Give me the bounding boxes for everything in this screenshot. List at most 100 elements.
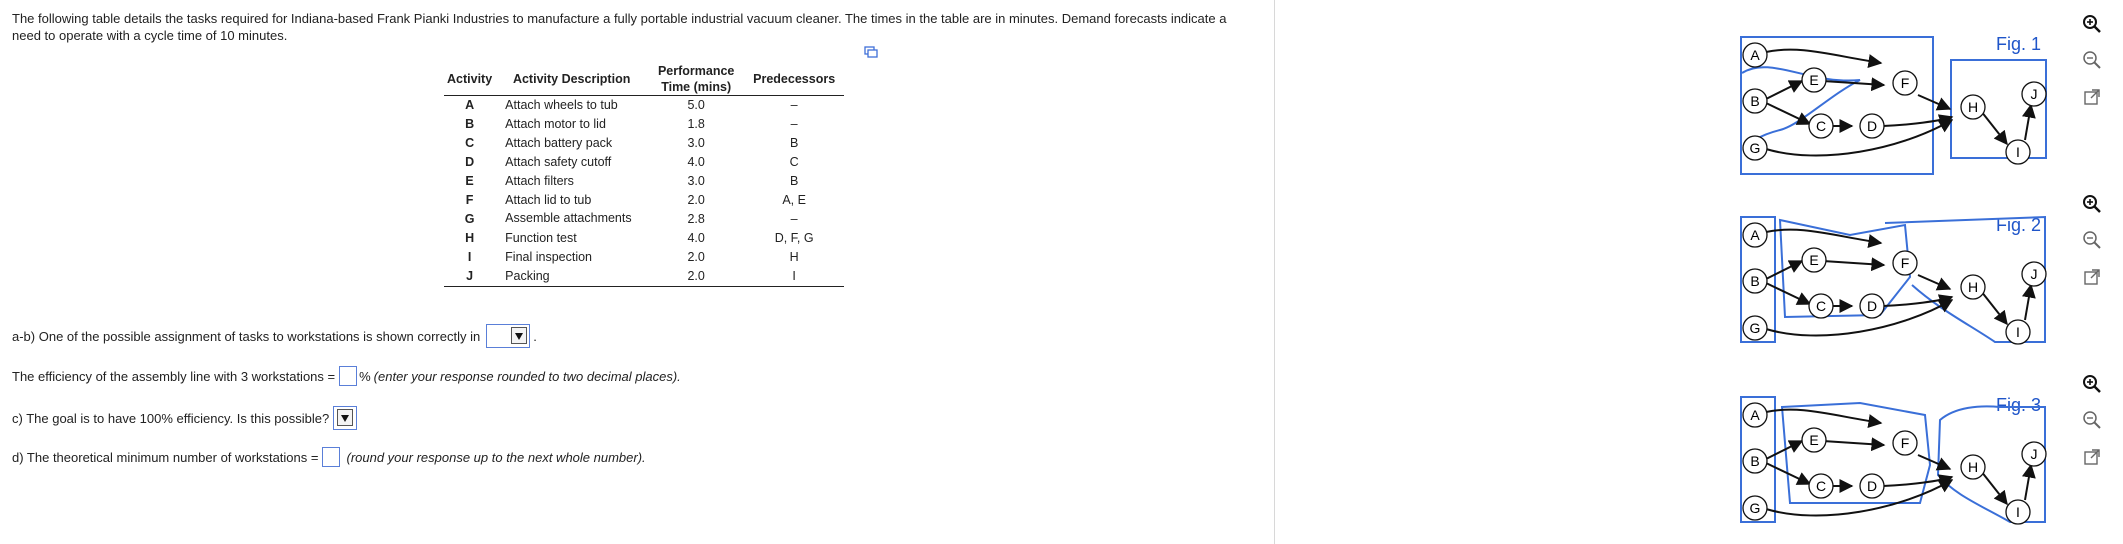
node-label: I: [2016, 504, 2020, 520]
table-row: B Attach motor to lid 1.8 –: [444, 115, 844, 134]
cell-activity: D: [465, 155, 475, 169]
cell-description: Packing: [495, 267, 649, 287]
table-row: G Assemble attachments 2.8 –: [444, 210, 844, 229]
figure-3: A B G E C F D H J I: [1740, 396, 2047, 525]
question-ab-text: a-b) One of the possible assignment of t…: [12, 328, 481, 344]
node-label: J: [2031, 266, 2038, 282]
table-row: F Attach lid to tub 2.0 A, E: [444, 191, 844, 210]
node-label: E: [1809, 432, 1818, 448]
node-label: H: [1968, 459, 1978, 475]
node-label: A: [1750, 227, 1760, 243]
cell-description: Final inspection: [505, 250, 593, 264]
cell-time: 2.0: [687, 250, 705, 264]
figure-select-dropdown[interactable]: [486, 324, 531, 348]
node-label: J: [2031, 86, 2038, 102]
efficiency-unit: %: [359, 368, 371, 384]
table-row: D Attach safety cutoff 4.0 C: [444, 153, 844, 172]
node-label: G: [1750, 500, 1761, 516]
question-efficiency-text: The efficiency of the assembly line with…: [12, 368, 336, 384]
node-label: B: [1750, 273, 1759, 289]
cell-predecessors: A, E: [782, 193, 806, 207]
node-label: B: [1750, 453, 1759, 469]
zoom-in-icon[interactable]: [2082, 194, 2102, 214]
zoom-in-icon[interactable]: [2082, 374, 2102, 394]
cell-time: 1.8: [687, 117, 705, 131]
cell-predecessors: B: [789, 136, 799, 150]
node-label: F: [1901, 435, 1910, 451]
zoom-out-icon[interactable]: [2082, 410, 2102, 430]
possible-select-dropdown[interactable]: [333, 406, 358, 430]
node-label: E: [1809, 72, 1818, 88]
question-d: d) The theoretical minimum number of wor…: [12, 447, 646, 467]
node-label: H: [1968, 279, 1978, 295]
cell-activity: E: [465, 174, 474, 188]
zoom-out-icon[interactable]: [2082, 230, 2102, 250]
min-workstations-input[interactable]: [322, 447, 341, 467]
node-label: F: [1901, 75, 1910, 91]
cell-description: Assemble attachments: [505, 211, 632, 225]
header-activity: Activity: [444, 63, 496, 96]
cell-time: 5.0: [687, 98, 705, 112]
cell-activity: A: [465, 98, 475, 112]
cell-predecessors: –: [790, 98, 798, 112]
cell-description: Attach filters: [505, 174, 574, 188]
node-label: D: [1867, 478, 1877, 494]
question-d-text: d) The theoretical minimum number of wor…: [12, 449, 319, 465]
header-time-line1: Performance: [657, 64, 735, 78]
cell-activity: G: [464, 212, 475, 226]
table-row: C Attach battery pack 3.0 B: [444, 134, 844, 153]
table-row: A Attach wheels to tub 5.0 –: [444, 96, 844, 116]
cell-description: Function test: [505, 231, 577, 245]
efficiency-input[interactable]: [339, 366, 358, 386]
node-label: G: [1750, 140, 1761, 156]
node-label: H: [1968, 99, 1978, 115]
cell-predecessors: H: [789, 250, 799, 264]
question-efficiency: The efficiency of the assembly line with…: [12, 366, 681, 386]
cell-activity: F: [465, 193, 474, 207]
table-header-row: Activity Activity Description Performanc…: [444, 63, 845, 96]
popout-icon[interactable]: [2082, 267, 2102, 287]
dropdown-arrow-icon[interactable]: [337, 409, 354, 426]
cell-time: 2.0: [648, 267, 745, 287]
node-label: E: [1809, 252, 1818, 268]
cell-description: Attach motor to lid: [505, 117, 606, 131]
cell-time: 3.0: [687, 174, 705, 188]
cell-predecessors: D, F, G: [774, 231, 814, 245]
cell-activity: B: [465, 117, 475, 131]
cell-description: Attach lid to tub: [505, 193, 592, 207]
cell-predecessors: I: [744, 267, 845, 287]
figure-1: A B G E C F D H J I: [1740, 36, 2047, 175]
cell-predecessors: –: [790, 212, 798, 226]
table-row: I Final inspection 2.0 H: [444, 248, 844, 267]
node-label: F: [1901, 255, 1910, 271]
node-label: C: [1816, 298, 1826, 314]
cell-activity: J: [444, 267, 496, 287]
question-ab: a-b) One of the possible assignment of t…: [12, 324, 537, 348]
dropdown-arrow-icon[interactable]: [511, 327, 528, 344]
precedence-figures: A B G E C F D H J I A B G E C F D H J I …: [1740, 36, 2047, 525]
cell-predecessors: –: [790, 117, 798, 131]
node-label: C: [1816, 478, 1826, 494]
node-label: I: [2016, 144, 2020, 160]
question-c: c) The goal is to have 100% efficiency. …: [12, 406, 360, 430]
panel-divider: [1274, 0, 1275, 544]
table-row: J Packing 2.0 I: [444, 267, 845, 287]
header-time-line2: Time (mins): [661, 80, 732, 94]
zoom-in-icon[interactable]: [2082, 14, 2102, 34]
cell-description: Attach safety cutoff: [505, 155, 612, 169]
node-label: J: [2031, 446, 2038, 462]
header-predecessors: Predecessors: [744, 63, 845, 96]
copy-icon[interactable]: [864, 46, 878, 58]
popout-icon[interactable]: [2082, 87, 2102, 107]
table-row: H Function test 4.0 D, F, G: [444, 229, 844, 248]
intro-text: The following table details the tasks re…: [12, 11, 1227, 43]
question-c-text: c) The goal is to have 100% efficiency. …: [12, 410, 330, 426]
popout-icon[interactable]: [2082, 447, 2102, 467]
table-row: E Attach filters 3.0 B: [444, 172, 844, 191]
cell-time: 4.0: [687, 155, 705, 169]
node-label: D: [1867, 298, 1877, 314]
zoom-out-icon[interactable]: [2082, 50, 2102, 70]
cell-activity: I: [467, 250, 472, 264]
cell-time: 4.0: [687, 231, 705, 245]
cell-activity: C: [465, 136, 475, 150]
